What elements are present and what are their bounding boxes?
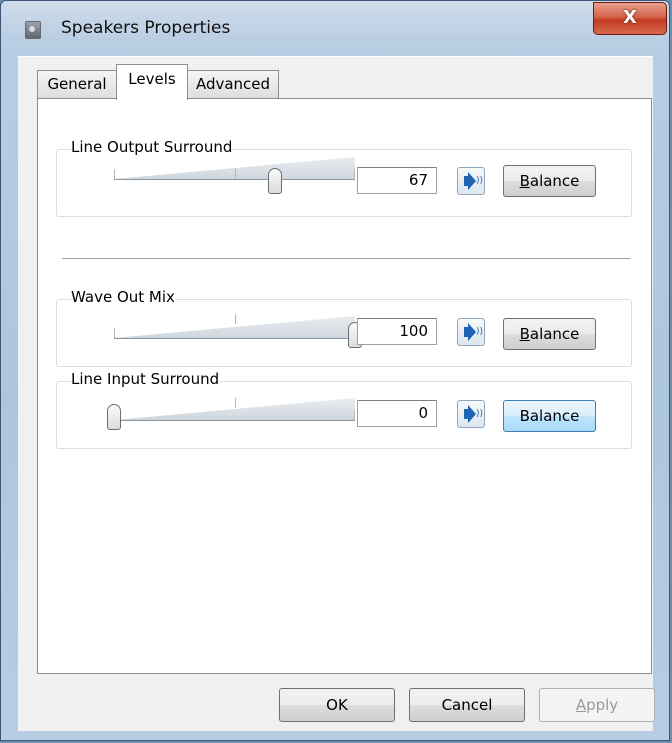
sound-waves-icon: ))	[476, 409, 484, 419]
slider-track[interactable]	[114, 420, 355, 421]
mute-speaker-button[interactable]: ))	[457, 167, 485, 195]
volume-slider-thumb[interactable]	[107, 404, 121, 430]
mute-speaker-button[interactable]: ))	[457, 400, 485, 428]
balance-label: alance	[529, 172, 580, 190]
tab-levels[interactable]: Levels	[116, 64, 188, 100]
slider-tick	[235, 314, 236, 324]
close-icon: X	[623, 7, 637, 28]
ok-label: OK	[326, 696, 348, 714]
sound-waves-icon: ))	[476, 327, 484, 337]
close-button[interactable]: X	[593, 2, 667, 35]
tab-general-label: General	[47, 75, 107, 93]
speakers-properties-window: Speakers Properties X General Levels Adv…	[0, 0, 670, 741]
volume-value-field[interactable]: 100	[357, 318, 437, 345]
balance-button[interactable]: Balance	[503, 400, 596, 432]
slider-track[interactable]	[114, 179, 355, 180]
sound-waves-icon: ))	[476, 176, 484, 186]
balance-mnemonic: B	[519, 172, 530, 190]
ok-button[interactable]: OK	[279, 688, 395, 722]
title-bar[interactable]: Speakers Properties X	[1, 1, 669, 41]
group-label: Line Output Surround	[71, 138, 233, 156]
balance-mnemonic: B	[519, 325, 530, 343]
level-group-wave-out-mix: Wave Out Mix 100 )) Balance	[56, 288, 632, 367]
balance-button[interactable]: Balance	[503, 165, 596, 197]
divider	[62, 258, 630, 259]
speaker-icon	[464, 176, 469, 186]
tab-advanced[interactable]: Advanced	[187, 70, 279, 98]
volume-value-field[interactable]: 67	[357, 167, 437, 194]
slider-tick	[114, 169, 115, 179]
slider-tick	[235, 169, 236, 179]
cancel-label: Cancel	[441, 696, 493, 714]
apply-label: pply	[586, 696, 619, 714]
slider-tick	[354, 169, 355, 179]
slider-tick	[235, 398, 236, 408]
speaker-properties-icon	[25, 21, 41, 39]
volume-value-field[interactable]: 0	[357, 400, 437, 427]
apply-mnemonic: A	[575, 696, 587, 714]
balance-label: alance	[529, 325, 580, 343]
tab-general[interactable]: General	[37, 70, 117, 98]
level-group-line-input-surround: Line Input Surround 0 )) Balance	[56, 370, 632, 449]
group-label: Wave Out Mix	[71, 288, 175, 306]
balance-button[interactable]: Balance	[503, 318, 596, 350]
cancel-button[interactable]: Cancel	[409, 688, 525, 722]
balance-label: Balance	[519, 407, 580, 425]
tab-advanced-label: Advanced	[195, 75, 271, 93]
levels-tab-content: Line Output Surround 67 )) Balance Wave …	[37, 98, 652, 674]
level-group-line-output-surround: Line Output Surround 67 )) Balance	[56, 138, 632, 217]
mute-speaker-button[interactable]: ))	[457, 318, 485, 346]
speaker-icon	[464, 327, 469, 337]
window-title: Speakers Properties	[61, 18, 231, 38]
slider-tick	[354, 410, 355, 420]
slider-track[interactable]	[114, 338, 355, 339]
speaker-icon	[464, 409, 469, 419]
tab-levels-label: Levels	[128, 70, 176, 88]
apply-button[interactable]: Apply	[539, 688, 655, 722]
group-label: Line Input Surround	[71, 370, 220, 388]
slider-tick	[114, 328, 115, 338]
volume-slider-thumb[interactable]	[268, 168, 282, 194]
